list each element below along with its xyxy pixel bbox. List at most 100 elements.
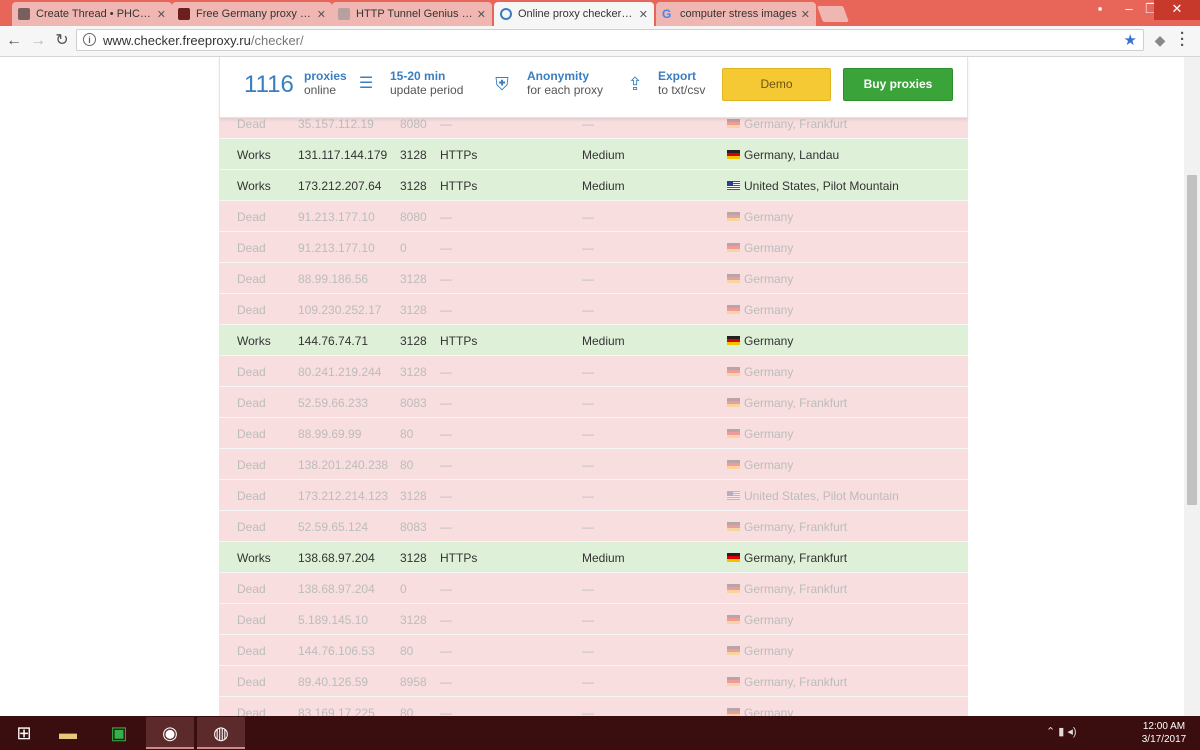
location-cell: Germany [744, 241, 794, 255]
system-tray[interactable]: ⌃ ▮ ◂) [1046, 725, 1077, 738]
status-cell: Works [237, 179, 271, 193]
germany-flag-icon [727, 677, 740, 686]
ip-cell: 91.213.177.10 [298, 241, 375, 255]
location-cell: Germany [744, 210, 794, 224]
table-row: Dead 91.213.177.10 0 — — Germany [219, 232, 968, 263]
tab-title: Free Germany proxy servers [196, 8, 313, 20]
anonymity-cell: — [582, 117, 594, 131]
ip-cell: 52.59.65.124 [298, 520, 369, 534]
status-cell: Works [237, 148, 271, 162]
ip-cell: 144.76.74.71 [298, 334, 369, 348]
table-row: Works 144.76.74.71 3128 HTTPs Medium Germany [219, 325, 968, 356]
export-icon[interactable]: ⇪ [623, 72, 647, 96]
status-cell: Dead [237, 117, 266, 131]
windows-start-icon[interactable]: ⊞ [0, 717, 48, 749]
us-flag-icon [727, 491, 740, 500]
forward-button[interactable]: → [28, 31, 48, 51]
type-cell: HTTPs [440, 148, 478, 162]
anonymity-cell: — [582, 582, 594, 596]
ip-cell: 80.241.219.244 [298, 365, 382, 379]
anonymity-icon: ⛨ [495, 74, 509, 94]
germany-flag-icon [727, 398, 740, 407]
clock-time: 12:00 AM [1142, 721, 1186, 732]
location-cell: Germany, Frankfurt [744, 675, 848, 689]
port-cell: 3128 [400, 334, 427, 348]
type-cell: — [440, 644, 452, 658]
port-cell: 8080 [400, 210, 427, 224]
ip-cell: 35.157.112.19 [298, 117, 374, 131]
close-icon[interactable]: ✕ [477, 8, 486, 21]
us-flag-icon [727, 181, 740, 190]
tab-create-thread[interactable]: Create Thread • PHCorner ✕ [12, 2, 172, 26]
anonymity-cell: — [582, 706, 594, 716]
type-cell: — [440, 272, 452, 286]
url-host: www.checker.freeproxy.ru [103, 33, 251, 48]
anonymity-cell: — [582, 396, 594, 410]
location-cell: Germany, Frankfurt [744, 117, 848, 131]
germany-flag-icon [727, 119, 740, 128]
buy-proxies-button[interactable]: Buy proxies [843, 68, 953, 101]
port-cell: 3128 [400, 179, 427, 193]
table-row: Dead 83.169.17.225 80 — — Germany [219, 697, 968, 716]
table-row: Dead 80.241.219.244 3128 — — Germany [219, 356, 968, 387]
port-cell: 8083 [400, 520, 427, 534]
type-cell: — [440, 706, 452, 716]
status-cell: Dead [237, 520, 266, 534]
app-globe-icon[interactable]: ◍ [197, 717, 245, 749]
proxy-count: 1116 [244, 71, 294, 98]
status-cell: Dead [237, 210, 266, 224]
demo-button[interactable]: Demo [722, 68, 831, 101]
ip-cell: 138.68.97.204 [298, 582, 375, 596]
ip-cell: 83.169.17.225 [298, 706, 375, 716]
page-scrollbar[interactable] [1184, 57, 1200, 716]
extension-icon[interactable]: ◆ [1152, 32, 1168, 48]
menu-icon[interactable]: · · · [1180, 26, 1188, 53]
anonymity-cell: — [582, 613, 594, 627]
anonymity-cell: Medium [582, 179, 625, 193]
tab-http-tunnel[interactable]: HTTP Tunnel Genius - Of ✕ [332, 2, 492, 26]
scrollbar-thumb[interactable] [1187, 175, 1197, 505]
store-icon[interactable]: ▣ [95, 717, 143, 749]
close-icon[interactable]: ✕ [157, 8, 166, 21]
export-title[interactable]: Export [658, 69, 696, 83]
stats-header: 1116 proxies online ☰ 15-20 min update p… [219, 57, 968, 118]
port-cell: 3128 [400, 303, 427, 317]
tab-free-germany[interactable]: Free Germany proxy servers ✕ [172, 2, 332, 26]
port-cell: 3128 [400, 148, 427, 162]
update-subtitle: update period [390, 83, 464, 97]
status-cell: Dead [237, 582, 266, 596]
port-cell: 3128 [400, 613, 427, 627]
anonymity-cell: — [582, 303, 594, 317]
back-button[interactable]: ← [4, 31, 24, 51]
close-window-button[interactable]: ✕ [1154, 0, 1200, 20]
chrome-icon[interactable]: ◉ [146, 717, 194, 749]
location-cell: Germany [744, 458, 794, 472]
tab-proxy-checker[interactable]: Online proxy checker: on ✕ [494, 2, 654, 26]
bookmark-star-icon[interactable]: ★ [1124, 31, 1137, 49]
tab-title: computer stress images [680, 8, 797, 20]
address-bar[interactable]: i www.checker.freeproxy.ru/checker/ ★ [76, 29, 1144, 51]
close-icon[interactable]: ✕ [639, 8, 648, 21]
clock[interactable]: 12:00 AM 3/17/2017 [1136, 720, 1192, 746]
close-icon[interactable]: ✕ [801, 8, 810, 21]
port-cell: 8083 [400, 396, 427, 410]
reload-button[interactable]: ↻ [52, 31, 72, 51]
type-cell: — [440, 241, 452, 255]
status-cell: Works [237, 551, 271, 565]
ip-cell: 52.59.66.233 [298, 396, 369, 410]
phcorner-icon [18, 8, 30, 20]
ip-cell: 173.212.214.123 [298, 489, 389, 503]
page-viewport: Dead 35.157.112.19 8080 — — Germany, Frankfur… [0, 57, 1200, 716]
germany-flag-icon [727, 367, 740, 376]
user-profile-icon[interactable]: ▪ [1086, 0, 1114, 20]
port-cell: 3128 [400, 551, 427, 565]
ip-cell: 89.40.126.59 [298, 675, 369, 689]
tab-computer-stress[interactable]: G computer stress images ✕ [656, 2, 816, 26]
status-cell: Dead [237, 241, 266, 255]
anonymity-cell: Medium [582, 148, 625, 162]
new-tab-button[interactable] [817, 6, 849, 22]
info-icon[interactable]: i [83, 33, 96, 46]
close-icon[interactable]: ✕ [317, 8, 326, 21]
file-explorer-icon[interactable]: ▬ [44, 717, 92, 749]
site-icon [338, 8, 350, 20]
